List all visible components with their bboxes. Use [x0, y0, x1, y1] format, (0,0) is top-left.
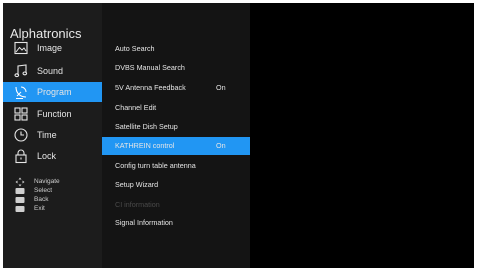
help-label: Exit	[34, 205, 45, 212]
menu-item-satellite-dish-setup[interactable]: Satellite Dish Setup	[102, 118, 250, 136]
menu-item-label: Channel Edit	[115, 103, 157, 112]
menu-item-label: Config turn table antenna	[115, 161, 196, 170]
menu-item-channel-edit[interactable]: Channel Edit	[102, 99, 250, 117]
menu-item-label: Setup Wizard	[115, 180, 159, 189]
exit-key-icon	[15, 204, 25, 214]
menu-item-kathrein-control[interactable]: KATHREIN control On	[102, 137, 250, 155]
menu-item-signal-information[interactable]: Signal Information	[102, 214, 250, 232]
menu-item-label: DVBS Manual Search	[115, 63, 185, 72]
sidebar-item-label: Image	[37, 43, 63, 53]
menu-item-config-turn-table-antenna[interactable]: Config turn table antenna	[102, 157, 250, 175]
sidebar-item-time[interactable]: Time	[3, 125, 102, 145]
sidebar-item-image[interactable]: Image	[3, 38, 102, 58]
grid-icon	[13, 106, 29, 122]
sidebar-item-program[interactable]: Program	[3, 82, 102, 102]
menu-item-label: 5V Antenna Feedback	[115, 83, 186, 92]
satellite-dish-icon	[13, 84, 29, 100]
menu-item-label: KATHREIN control	[115, 141, 175, 150]
sidebar-item-label: Time	[37, 130, 57, 140]
help-exit: Exit	[3, 204, 102, 214]
menu-item-dvbs-manual-search[interactable]: DVBS Manual Search	[102, 59, 250, 77]
sidebar-item-label: Function	[37, 109, 72, 119]
sidebar-item-lock[interactable]: Lock	[3, 146, 102, 166]
sidebar-item-sound[interactable]: Sound	[3, 61, 102, 81]
menu-item-value: On	[216, 83, 226, 92]
sidebar-item-function[interactable]: Function	[3, 104, 102, 124]
menu-item-setup-wizard[interactable]: Setup Wizard	[102, 176, 250, 194]
program-menu: Auto Search DVBS Manual Search 5V Antenn…	[102, 3, 250, 268]
tv-frame: Alphatronics Image Sound Program Functio…	[0, 0, 477, 271]
sidebar: Alphatronics Image Sound Program Functio…	[3, 3, 102, 268]
sidebar-item-label: Program	[37, 87, 72, 97]
image-icon	[13, 40, 29, 56]
menu-item-ci-information: CI information	[102, 196, 250, 214]
tv-screen: Alphatronics Image Sound Program Functio…	[3, 3, 474, 268]
menu-item-label: Signal Information	[115, 218, 173, 227]
clock-icon	[13, 127, 29, 143]
menu-item-label: Auto Search	[115, 44, 155, 53]
menu-item-auto-search[interactable]: Auto Search	[102, 40, 250, 58]
music-note-icon	[13, 63, 29, 79]
sidebar-item-label: Lock	[37, 151, 57, 161]
menu-item-label: Satellite Dish Setup	[115, 122, 178, 131]
sidebar-item-label: Sound	[37, 66, 64, 76]
menu-item-value: On	[216, 141, 226, 150]
menu-item-5v-antenna-feedback[interactable]: 5V Antenna Feedback On	[102, 79, 250, 97]
lock-icon	[13, 148, 29, 164]
menu-item-label: CI information	[115, 200, 160, 209]
